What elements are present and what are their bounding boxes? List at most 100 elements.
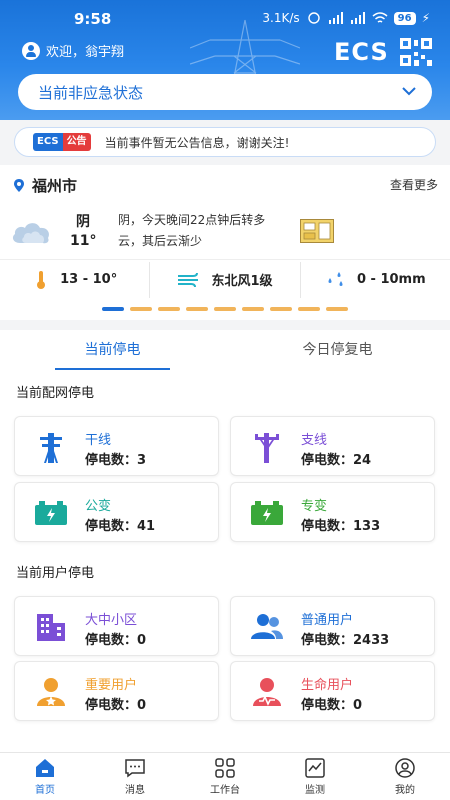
card-name: 支线 — [301, 433, 328, 448]
network-speed: 3.1K/s — [262, 11, 300, 25]
carousel-dot[interactable] — [186, 307, 208, 311]
nav-label: 首页 — [35, 784, 55, 796]
card-name: 专变 — [301, 499, 328, 514]
announcement-bar[interactable]: ECS 公告 当前事件暂无公告信息，谢谢关注! — [14, 127, 436, 157]
city-selector[interactable]: 福州市 — [14, 175, 77, 196]
nav-workbench[interactable]: 工作台 — [180, 753, 270, 800]
card-count: 停电数：41 — [85, 519, 156, 534]
transmission-tower-icon — [40, 433, 62, 463]
users-icon — [251, 614, 283, 639]
user-avatar-icon — [22, 41, 40, 60]
view-more-link[interactable]: 查看更多 — [390, 176, 438, 193]
nav-label: 监测 — [305, 784, 325, 796]
location-pin-icon — [14, 179, 24, 192]
card-count: 停电数：0 — [85, 698, 147, 713]
card-residential-area[interactable]: 大中小区 停电数：0 — [14, 596, 219, 656]
rainfall: 0 - 10mm — [356, 272, 426, 287]
card-name: 普通用户 — [301, 613, 354, 628]
carousel-dot[interactable] — [130, 307, 152, 311]
current-temperature: 11° — [70, 233, 97, 249]
city-name: 福州市 — [32, 177, 78, 195]
battery-icon: 96 — [393, 11, 416, 25]
announcement-badge: ECS 公告 — [33, 133, 91, 151]
carousel-dot[interactable] — [326, 307, 348, 311]
card-dedicated-transformer[interactable]: 专变 停电数：133 — [230, 482, 435, 542]
nav-messages[interactable]: 消息 — [90, 753, 180, 800]
battery-charge-icon — [35, 501, 67, 525]
cloudy-weather-icon — [12, 223, 50, 244]
status-icons: 3.1K/s 96 ⚡ — [262, 11, 430, 25]
nav-profile[interactable]: 我的 — [360, 753, 450, 800]
app-header: 9:58 3.1K/s 96 ⚡ 欢迎，翁宇翔 ECS 当前非应急状态 — [0, 0, 450, 120]
qr-code-icon[interactable] — [400, 38, 432, 66]
life-user-icon — [253, 678, 281, 706]
carousel-dot[interactable] — [158, 307, 180, 311]
weather-stats: 13 - 10° 东北风1级 0 - 10mm — [0, 259, 450, 299]
chevron-down-icon — [402, 87, 416, 96]
distribution-section-title: 当前配网停电 — [16, 386, 95, 401]
emergency-status-select[interactable]: 当前非应急状态 — [18, 74, 432, 110]
outage-panel: 当前停电 今日停复电 当前配网停电 干线 停电数：3 支线 停电数：24 公变 … — [0, 330, 450, 750]
carousel-dot[interactable] — [214, 307, 236, 311]
card-count: 停电数：133 — [301, 519, 381, 534]
card-trunk-line[interactable]: 干线 停电数：3 — [14, 416, 219, 476]
bottom-navigation: 首页 消息 工作台 监测 我的 — [0, 752, 450, 800]
carousel-dot[interactable] — [102, 307, 124, 311]
grid-icon — [215, 757, 235, 778]
signal-icon — [328, 12, 343, 24]
signal-icon-2 — [350, 12, 365, 24]
rain-drops-icon — [328, 271, 343, 286]
card-name: 重要用户 — [85, 678, 138, 693]
profile-icon — [395, 757, 415, 778]
card-branch-line[interactable]: 支线 停电数：24 — [230, 416, 435, 476]
temp-range: 13 - 10° — [60, 272, 118, 287]
status-time: 9:58 — [74, 10, 112, 28]
wifi-icon — [372, 12, 388, 23]
home-icon — [36, 758, 54, 777]
card-name: 大中小区 — [85, 613, 138, 628]
charging-icon: ⚡ — [421, 11, 430, 25]
welcome-text: 欢迎，翁宇翔 — [46, 45, 125, 60]
wind-level: 东北风1级 — [211, 274, 273, 289]
card-count: 停电数：0 — [85, 633, 147, 648]
card-name: 公变 — [85, 499, 112, 514]
alarm-icon — [307, 12, 320, 24]
card-important-users[interactable]: 重要用户 停电数：0 — [14, 661, 219, 721]
card-public-transformer[interactable]: 公变 停电数：41 — [14, 482, 219, 542]
nav-label: 消息 — [125, 784, 145, 796]
monitor-icon — [305, 757, 325, 778]
tab-today-outage-restore[interactable]: 今日停复电 — [225, 330, 450, 370]
users-section-title: 当前用户停电 — [16, 566, 95, 581]
card-name: 生命用户 — [301, 678, 354, 693]
message-icon — [125, 758, 145, 777]
tab-current-outage[interactable]: 当前停电 — [0, 330, 225, 370]
wind-icon — [178, 272, 199, 287]
carousel-dot[interactable] — [242, 307, 264, 311]
thermometer-icon — [37, 270, 46, 289]
announcement-badge-label: 公告 — [62, 133, 91, 151]
welcome-user[interactable]: 欢迎，翁宇翔 — [22, 41, 124, 60]
nav-label: 我的 — [395, 784, 415, 796]
weather-carousel-indicator — [0, 307, 450, 311]
weather-condition: 阴 — [76, 214, 90, 230]
carousel-dot[interactable] — [298, 307, 320, 311]
weather-warning-icon[interactable] — [300, 219, 334, 243]
card-name: 干线 — [85, 433, 112, 448]
next-section-peek — [0, 742, 450, 752]
emergency-status-label: 当前非应急状态 — [38, 83, 144, 102]
card-count: 停电数：2433 — [301, 633, 390, 648]
card-life-support-users[interactable]: 生命用户 停电数：0 — [230, 661, 435, 721]
announcement-badge-ecs: ECS — [33, 133, 63, 151]
temp-range-stat: 13 - 10° — [0, 262, 149, 298]
card-count: 停电数：24 — [301, 453, 372, 468]
carousel-dot[interactable] — [270, 307, 292, 311]
nav-monitor[interactable]: 监测 — [270, 753, 360, 800]
weather-panel: 福州市 查看更多 阴 11° 阴，今天晚间22点钟后转多云，其后云渐少 13 -… — [0, 165, 450, 320]
battery-charge-icon — [251, 501, 283, 525]
building-icon — [37, 614, 65, 641]
card-regular-users[interactable]: 普通用户 停电数：2433 — [230, 596, 435, 656]
announcement-text: 当前事件暂无公告信息，谢谢关注! — [104, 135, 290, 150]
vip-user-icon — [37, 678, 65, 706]
nav-home[interactable]: 首页 — [0, 753, 90, 800]
outage-tabs: 当前停电 今日停复电 — [0, 330, 450, 370]
